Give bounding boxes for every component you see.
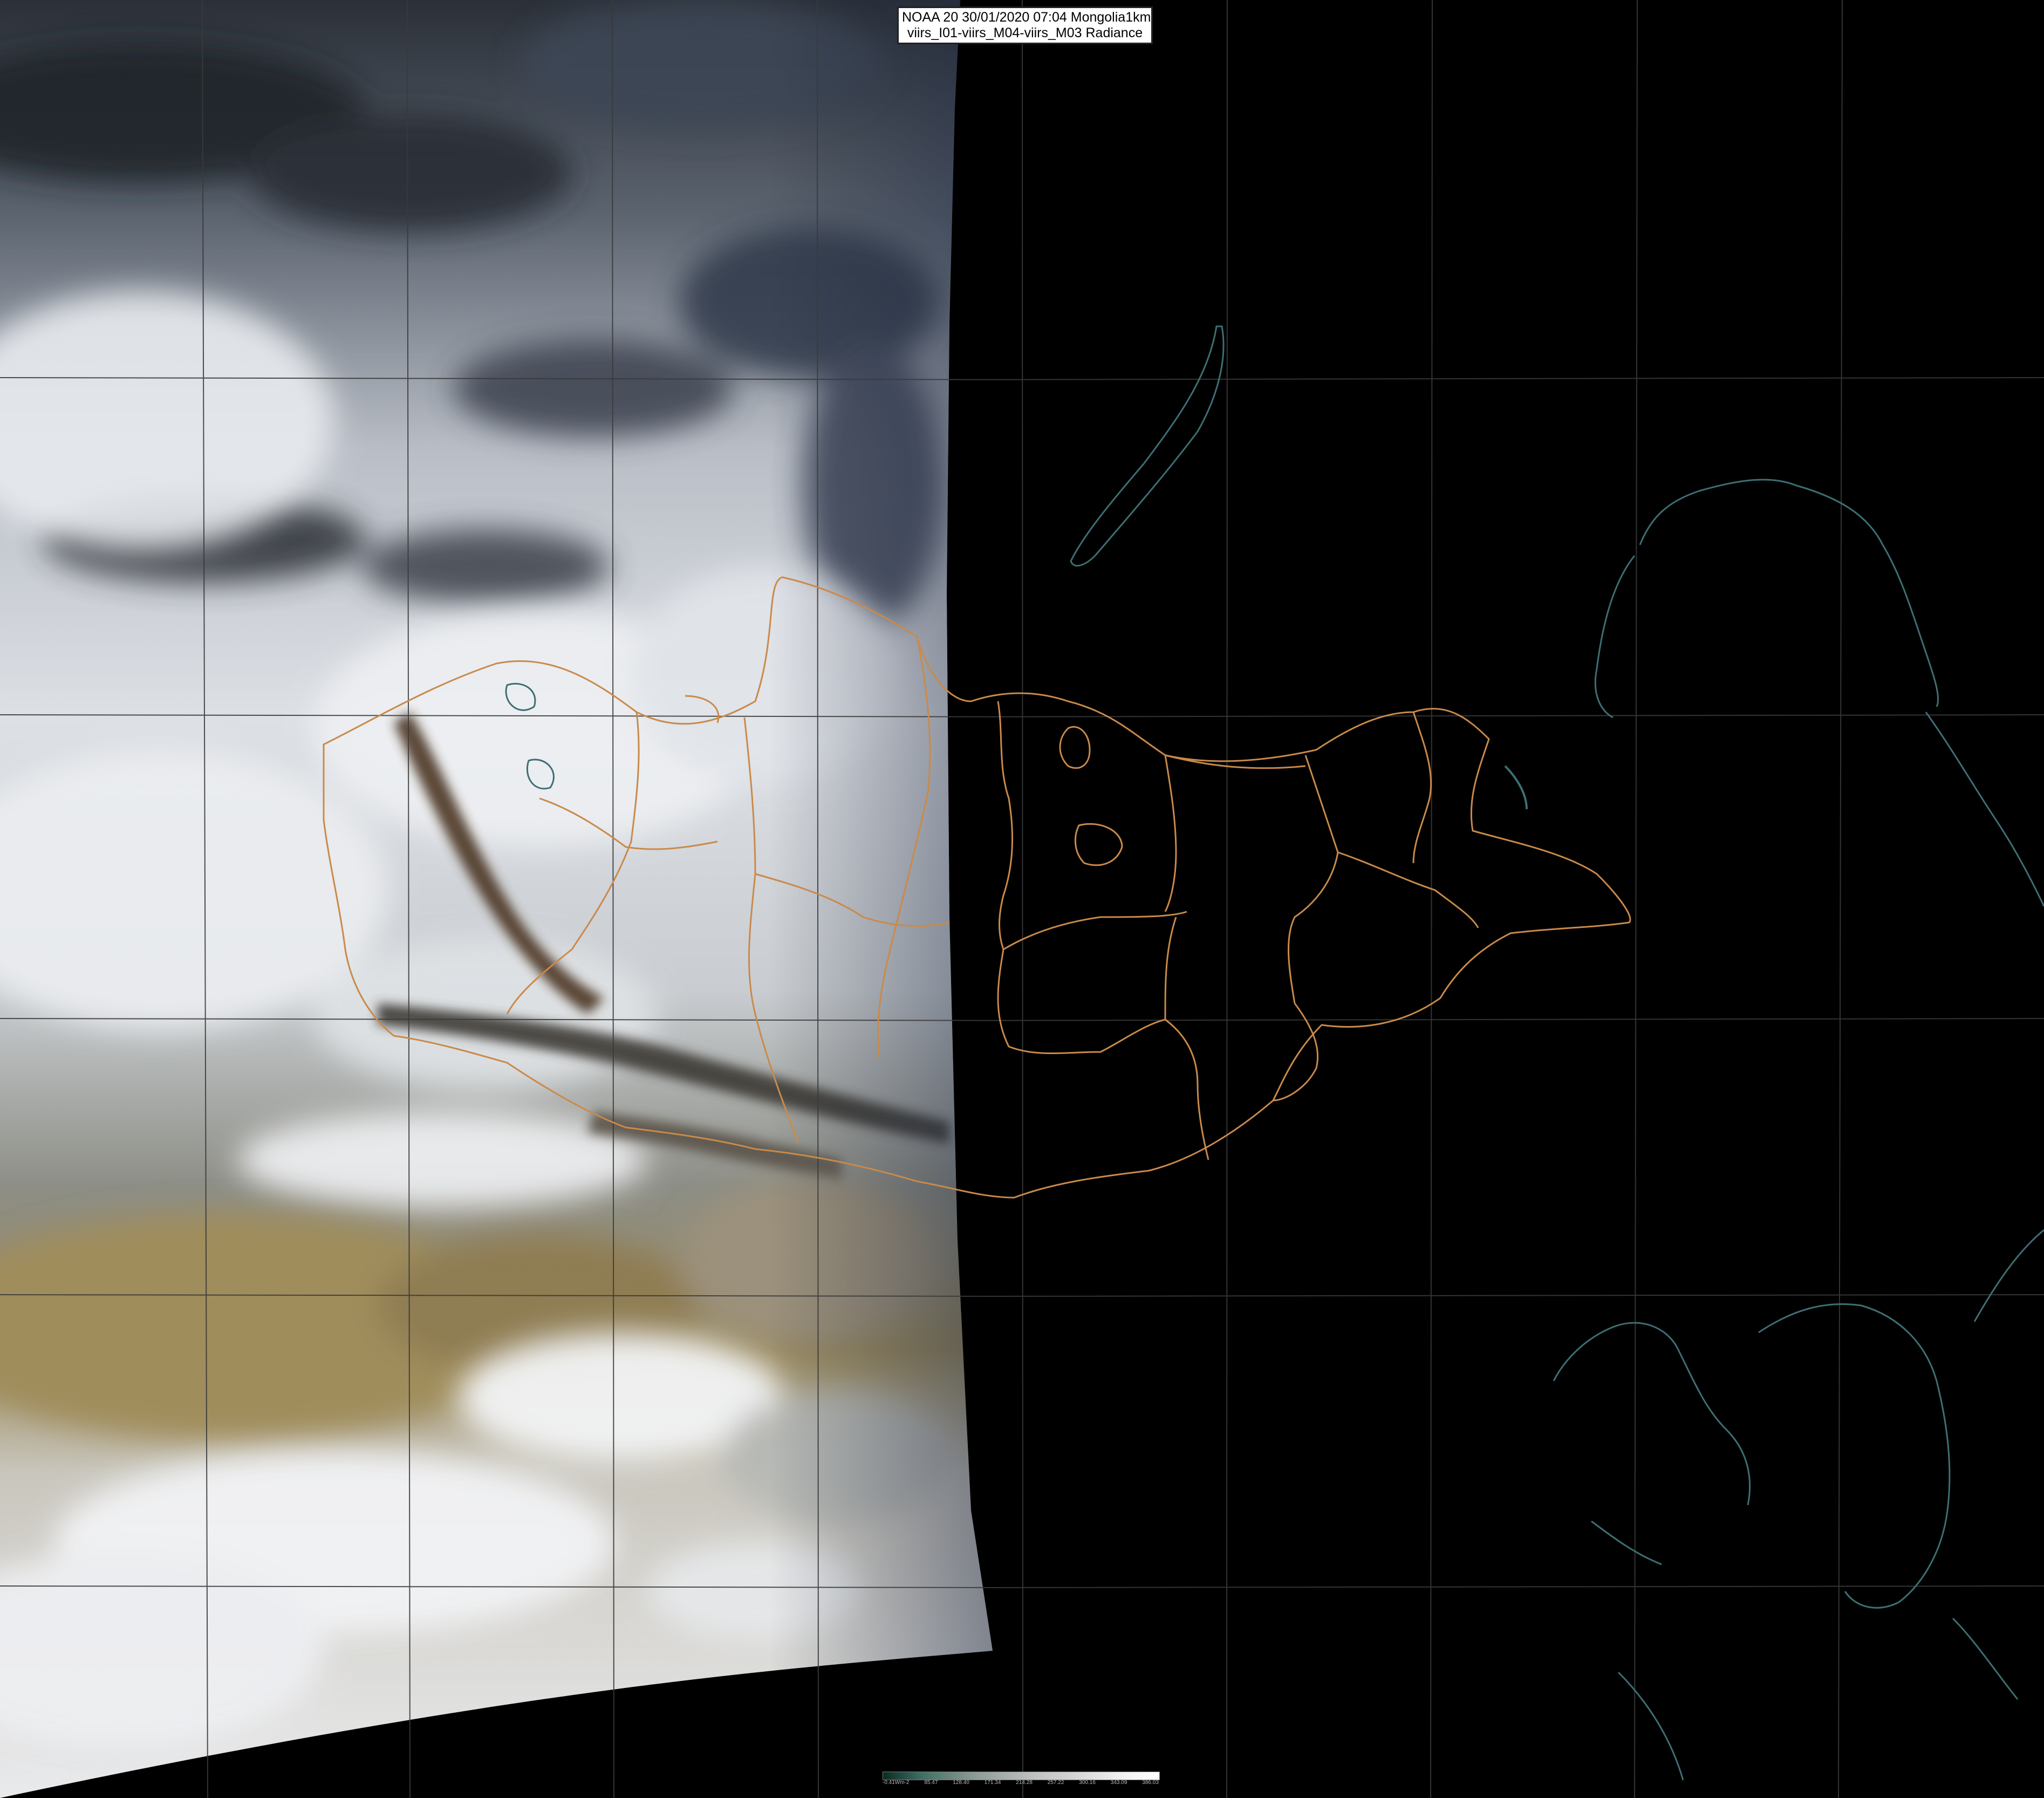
colorbar-tick: -0.41Wm-2: [883, 1780, 910, 1786]
colorbar-gradient: [883, 1772, 1160, 1780]
satellite-swath: [0, 0, 993, 1798]
colorbar-tick: 214.28: [1016, 1780, 1033, 1786]
colorbar-tick: 85.47: [924, 1780, 938, 1786]
colorbar-tick: 171.34: [984, 1780, 1001, 1786]
colorbar-tick: 300.16: [1079, 1780, 1096, 1786]
colorbar-tick: 257.22: [1047, 1780, 1064, 1786]
colorbar-tick: 386.03: [1142, 1780, 1159, 1786]
radiance-colorbar: -0.41Wm-2 85.47 128.40 171.34 214.28 257…: [883, 1772, 1160, 1786]
satellite-map: [0, 0, 2044, 1798]
image-title-line-2: viirs_I01-viirs_M04-viirs_M03 Radiance: [907, 25, 1143, 40]
colorbar-tick: 128.40: [953, 1780, 969, 1786]
colorbar-ticks: -0.41Wm-2 85.47 128.40 171.34 214.28 257…: [883, 1780, 1159, 1786]
image-title-line-1: NOAA 20 30/01/2020 07:04 Mongolia1km: [902, 10, 1151, 25]
image-title-box: NOAA 20 30/01/2020 07:04 Mongolia1km vii…: [897, 6, 1153, 44]
colorbar-tick: 343.09: [1110, 1780, 1127, 1786]
